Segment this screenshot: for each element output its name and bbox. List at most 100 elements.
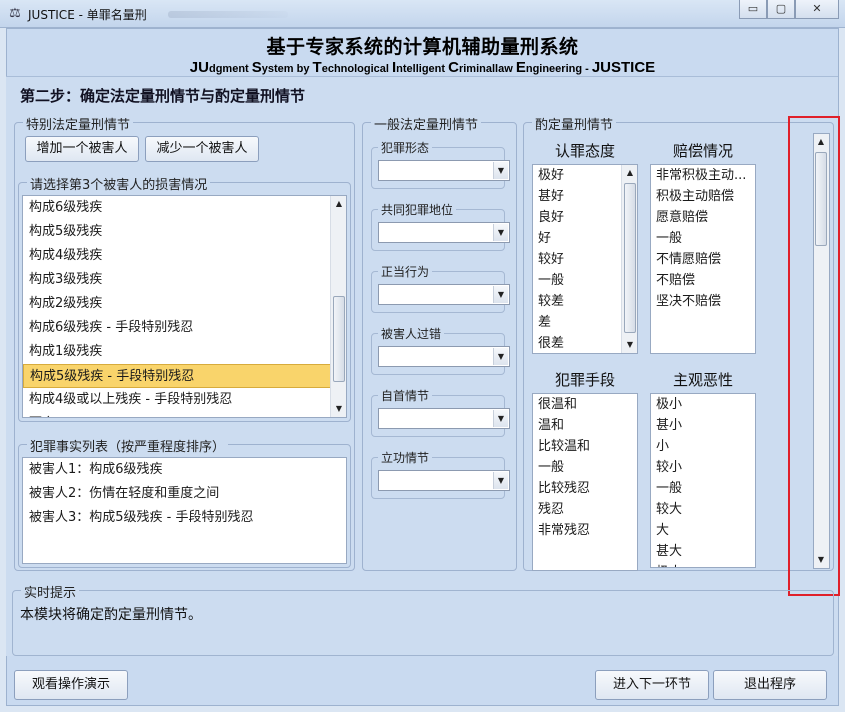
- list-item[interactable]: 不赔偿: [651, 270, 755, 291]
- list-item[interactable]: 被害人2：伤情在轻度和重度之间: [23, 482, 346, 506]
- list-item[interactable]: 比较残忍: [533, 478, 637, 499]
- general-field-select[interactable]: ▼: [378, 408, 510, 429]
- scroll-thumb[interactable]: [333, 296, 345, 382]
- general-field-select[interactable]: ▼: [378, 160, 510, 181]
- general-field-label: 立功情节: [378, 449, 433, 466]
- list-item[interactable]: 甚好: [533, 186, 623, 207]
- general-field-select[interactable]: ▼: [378, 222, 510, 243]
- general-field-select[interactable]: ▼: [378, 470, 510, 491]
- app-subtitle: JUdgment System by Technological Intelli…: [6, 59, 839, 76]
- list-item[interactable]: 极小: [651, 394, 755, 415]
- scroll-down-arrow-icon[interactable]: ▼: [622, 337, 637, 353]
- scroll-down-arrow-icon[interactable]: ▼: [331, 401, 346, 417]
- add-victim-button[interactable]: 增加一个被害人: [25, 136, 139, 162]
- list-item[interactable]: 积极主动赔偿: [651, 186, 755, 207]
- list-item[interactable]: 愿意赔偿: [651, 207, 755, 228]
- scroll-up-arrow-icon[interactable]: ▲: [331, 196, 346, 212]
- injury-listbox[interactable]: 构成6级残疾 构成5级残疾 构成4级残疾 构成3级残疾 构成2级残疾 构成6级残疾 - 手…: [22, 195, 347, 418]
- list-item[interactable]: 坚决不赔偿: [651, 291, 755, 312]
- dropdown-arrow-icon[interactable]: ▼: [493, 162, 508, 179]
- list-item[interactable]: 极大: [651, 562, 755, 567]
- list-item[interactable]: 很温和: [533, 394, 637, 415]
- list-item[interactable]: 被害人1：构成6级残疾: [23, 458, 346, 482]
- attitude-label: 认罪态度: [554, 142, 615, 160]
- list-item[interactable]: 好: [533, 228, 623, 249]
- minimize-button[interactable]: ▭: [739, 0, 767, 19]
- hint-text: 本模块将确定酌定量刑情节。: [20, 607, 202, 623]
- dropdown-arrow-icon[interactable]: ▼: [493, 348, 508, 365]
- list-item[interactable]: 死亡: [23, 412, 332, 417]
- blurred-title-area: [168, 11, 288, 18]
- list-item[interactable]: 构成6级残疾 - 手段特别残忍: [23, 316, 332, 340]
- list-item[interactable]: 温和: [533, 415, 637, 436]
- list-item[interactable]: 构成4级残疾: [23, 244, 332, 268]
- subtitle-initial: S: [251, 59, 262, 76]
- attitude-list: 极好 甚好 良好好较好 一般 较差差很差: [533, 165, 623, 353]
- compensation-listbox[interactable]: 非常积极主动... 积极主动赔偿 愿意赔偿 一般 不情愿赔偿 不赔偿 坚决不赔偿: [650, 164, 756, 354]
- remove-victim-button[interactable]: 减少一个被害人: [145, 136, 259, 162]
- list-item[interactable]: 构成1级残疾: [23, 340, 332, 364]
- discretionary-title: 酌定量刑情节: [532, 114, 617, 133]
- list-item[interactable]: 大: [651, 520, 755, 541]
- malice-listbox[interactable]: 极小甚小小较小一般较大大甚大极大: [650, 393, 756, 568]
- dropdown-arrow-icon[interactable]: ▼: [493, 286, 508, 303]
- list-item[interactable]: 构成6级残疾: [23, 196, 332, 220]
- hint-title: 实时提示: [21, 582, 80, 601]
- general-field-select[interactable]: ▼: [378, 284, 510, 305]
- scroll-thumb[interactable]: [624, 183, 636, 333]
- window-titlebar: ⚖ JUSTICE - 单罪名量刑 ▭ ▢ ✕: [0, 0, 845, 28]
- dropdown-arrow-icon[interactable]: ▼: [493, 224, 508, 241]
- dropdown-arrow-icon[interactable]: ▼: [493, 410, 508, 427]
- scroll-up-arrow-icon[interactable]: ▲: [622, 165, 637, 181]
- list-item[interactable]: 比较温和: [533, 436, 637, 457]
- injury-list: 构成6级残疾 构成5级残疾 构成4级残疾 构成3级残疾 构成2级残疾 构成6级残疾 - 手…: [23, 196, 332, 417]
- general-field-label: 共同犯罪地位: [378, 201, 457, 218]
- close-button[interactable]: ✕: [795, 0, 839, 19]
- list-item[interactable]: 极好: [533, 165, 623, 186]
- dropdown-arrow-icon[interactable]: ▼: [493, 472, 508, 489]
- general-field-group: 被害人过错 ▼: [371, 325, 510, 375]
- attitude-listbox[interactable]: 极好 甚好 良好好较好 一般 较差差很差 ▲ ▼: [532, 164, 638, 354]
- list-item[interactable]: 很差: [533, 333, 623, 353]
- list-item[interactable]: 较大: [651, 499, 755, 520]
- list-item[interactable]: 一般: [651, 478, 755, 499]
- subtitle-rest: dgment: [208, 63, 252, 75]
- list-item[interactable]: 小: [651, 436, 755, 457]
- list-item[interactable]: 构成5级残疾 - 手段特别残忍: [23, 364, 332, 388]
- list-item[interactable]: 被害人3：构成5级残疾 - 手段特别残忍: [23, 506, 346, 530]
- list-item[interactable]: 一般: [533, 270, 623, 291]
- list-item[interactable]: 一般: [533, 457, 637, 478]
- step-title: 第二步：确定法定量刑情节与酌定量刑情节: [20, 87, 306, 105]
- list-item[interactable]: 较差: [533, 291, 623, 312]
- list-item[interactable]: 构成3级残疾: [23, 268, 332, 292]
- list-item[interactable]: 残忍: [533, 499, 637, 520]
- means-listbox[interactable]: 很温和 温和 比较温和 一般 比较残忍 残忍 非常残忍: [532, 393, 638, 571]
- list-item[interactable]: 较小: [651, 457, 755, 478]
- list-item[interactable]: 差: [533, 312, 623, 333]
- exit-button[interactable]: 退出程序: [713, 670, 827, 700]
- list-item[interactable]: 非常残忍: [533, 520, 637, 541]
- subtitle-rest: ystem by: [261, 63, 313, 75]
- injury-scrollbar[interactable]: ▲ ▼: [330, 196, 346, 417]
- list-item[interactable]: 构成4级或以上残疾 - 手段特别残忍: [23, 388, 332, 412]
- general-statutory-group: 一般法定量刑情节 犯罪形态 ▼ 共同犯罪地位 ▼ 正当行为 ▼ 被害人过错 ▼ 自首情节 ▼ 立功情…: [362, 114, 517, 571]
- means-list: 很温和 温和 比较温和 一般 比较残忍 残忍 非常残忍: [533, 394, 637, 541]
- maximize-button[interactable]: ▢: [767, 0, 795, 19]
- list-item[interactable]: 不情愿赔偿: [651, 249, 755, 270]
- list-item[interactable]: 一般: [651, 228, 755, 249]
- list-item[interactable]: 非常积极主动...: [651, 165, 755, 186]
- attitude-scrollbar[interactable]: ▲ ▼: [621, 165, 637, 353]
- list-item[interactable]: 甚小: [651, 415, 755, 436]
- facts-list: 被害人1：构成6级残疾 被害人2：伤情在轻度和重度之间 被害人3：构成5级残疾 - …: [23, 458, 346, 530]
- general-field-select[interactable]: ▼: [378, 346, 510, 367]
- list-item[interactable]: 构成2级残疾: [23, 292, 332, 316]
- list-item[interactable]: 较好: [533, 249, 623, 270]
- list-item[interactable]: 甚大: [651, 541, 755, 562]
- list-item[interactable]: 良好: [533, 207, 623, 228]
- subtitle-initial: E: [515, 59, 526, 76]
- facts-listbox[interactable]: 被害人1：构成6级残疾 被害人2：伤情在轻度和重度之间 被害人3：构成5级残疾 - …: [22, 457, 347, 564]
- special-statutory-title: 特别法定量刑情节: [23, 114, 134, 133]
- next-step-button[interactable]: 进入下一环节: [595, 670, 709, 700]
- list-item[interactable]: 构成5级残疾: [23, 220, 332, 244]
- watch-demo-button[interactable]: 观看操作演示: [14, 670, 128, 700]
